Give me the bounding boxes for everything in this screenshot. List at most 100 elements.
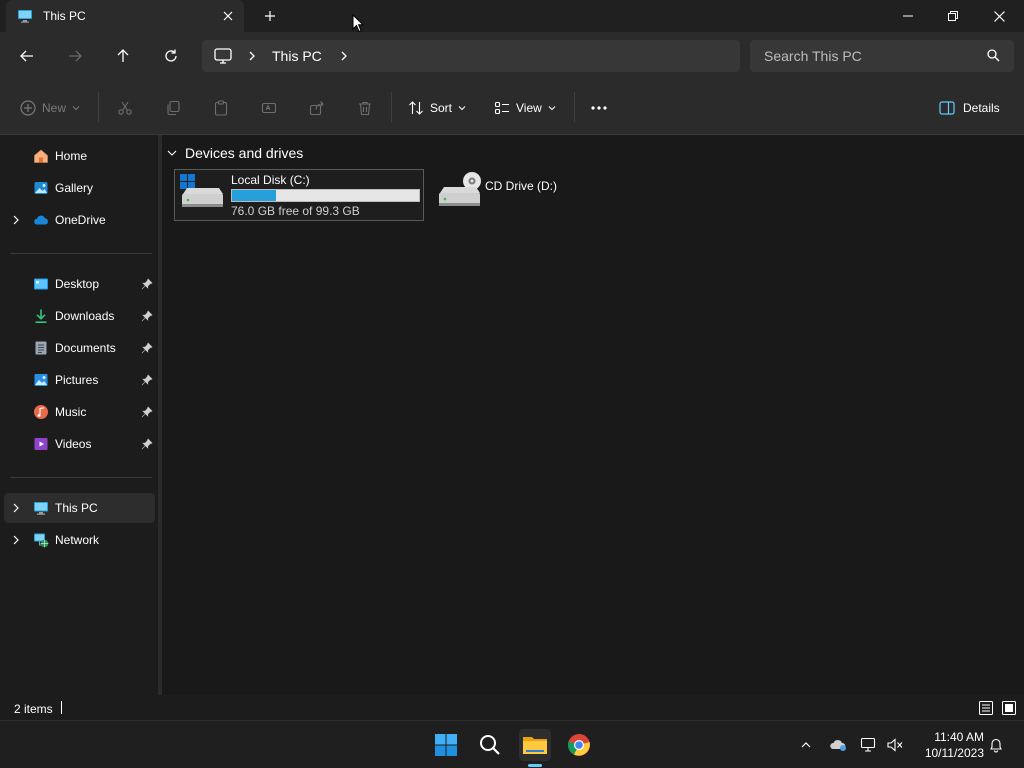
close-tab-button[interactable] <box>220 8 236 24</box>
plus-circle-icon <box>20 100 36 116</box>
file-explorer-taskbar-button[interactable] <box>519 729 551 761</box>
sidebar-item-this-pc[interactable]: This PC <box>4 493 155 523</box>
network-status-icon <box>860 737 876 752</box>
search-icon <box>480 735 500 755</box>
search-input[interactable] <box>764 48 964 64</box>
scissors-icon <box>118 101 132 115</box>
details-view-icon[interactable] <box>978 700 994 716</box>
chevron-right-icon[interactable] <box>10 214 22 226</box>
clock-time: 11:40 AM <box>934 730 984 744</box>
plus-icon <box>265 11 275 21</box>
up-button[interactable] <box>111 44 135 68</box>
details-label: Details <box>963 101 1000 115</box>
desktop-icon <box>34 278 48 290</box>
system-clock[interactable]: 11:40 AM 10/11/2023 <box>916 729 984 761</box>
sidebar-item-downloads[interactable]: Downloads <box>4 301 155 331</box>
navigation-bar: This PC <box>0 32 1024 80</box>
chrome-icon <box>568 734 590 756</box>
more-icon <box>591 106 607 110</box>
pin-icon[interactable] <box>141 438 153 450</box>
address-bar[interactable]: This PC <box>202 40 740 72</box>
pictures-icon <box>34 374 48 386</box>
pin-icon[interactable] <box>141 374 153 386</box>
restore-button[interactable] <box>930 0 976 32</box>
sidebar-item-label: Videos <box>55 437 92 451</box>
rename-button[interactable] <box>261 96 277 120</box>
copy-button[interactable] <box>165 96 181 120</box>
new-tab-button[interactable] <box>262 8 278 24</box>
view-button[interactable]: View <box>494 96 556 120</box>
onedrive-tray-button[interactable] <box>828 735 848 755</box>
start-button[interactable] <box>430 729 462 761</box>
volume-tray-button[interactable] <box>885 735 905 755</box>
this-pc-icon <box>34 502 48 515</box>
this-pc-icon <box>18 10 32 23</box>
active-app-indicator <box>528 764 542 767</box>
sidebar-item-label: Desktop <box>55 277 100 291</box>
chevron-right-icon[interactable] <box>338 50 350 62</box>
cut-button[interactable] <box>117 96 133 120</box>
minimize-button[interactable] <box>885 0 931 32</box>
new-button[interactable]: New <box>20 96 80 120</box>
details-pane-icon <box>939 101 955 115</box>
delete-button[interactable] <box>357 96 373 120</box>
drive-usage-fill <box>232 190 276 201</box>
chevron-right-icon[interactable] <box>10 534 22 546</box>
forward-button[interactable] <box>63 44 87 68</box>
pin-icon[interactable] <box>141 406 153 418</box>
breadcrumb-this-pc[interactable]: This PC <box>272 48 322 64</box>
sidebar-item-network[interactable]: Network <box>4 525 155 555</box>
refresh-button[interactable] <box>159 44 183 68</box>
tiles-view-icon[interactable] <box>1001 700 1017 716</box>
arrow-up-icon <box>117 49 129 62</box>
navigation-pane: Home Gallery OneDrive Desktop Downloads … <box>4 135 158 695</box>
volume-muted-icon <box>887 738 903 752</box>
mouse-cursor-icon <box>352 14 364 33</box>
close-window-button[interactable] <box>976 0 1022 32</box>
rename-icon <box>261 102 277 114</box>
sidebar-item-onedrive[interactable]: OneDrive <box>4 205 155 235</box>
group-header-devices[interactable]: Devices and drives <box>166 145 303 161</box>
sidebar-item-home[interactable]: Home <box>4 141 155 171</box>
chrome-taskbar-button[interactable] <box>563 729 595 761</box>
sidebar-item-gallery[interactable]: Gallery <box>4 173 155 203</box>
sidebar-item-documents[interactable]: Documents <box>4 333 155 363</box>
show-hidden-icons-button[interactable] <box>796 735 816 755</box>
sidebar-separator <box>10 253 152 254</box>
trash-icon <box>359 101 371 116</box>
sidebar-item-label: OneDrive <box>55 213 106 227</box>
pin-icon[interactable] <box>141 310 153 322</box>
paste-icon <box>214 100 228 116</box>
sidebar-item-music[interactable]: Music <box>4 397 155 427</box>
pin-icon[interactable] <box>141 342 153 354</box>
share-button[interactable] <box>309 96 325 120</box>
tab-this-pc[interactable]: This PC <box>6 0 244 32</box>
notifications-button[interactable] <box>986 735 1006 755</box>
drive-local-disk-c[interactable]: Local Disk (C:) 76.0 GB free of 99.3 GB <box>174 169 424 221</box>
more-options-button[interactable] <box>590 96 608 120</box>
minimize-icon <box>903 15 913 17</box>
item-count: 2 items <box>14 702 53 716</box>
search-taskbar-button[interactable] <box>474 729 506 761</box>
sort-button[interactable]: Sort <box>408 96 466 120</box>
search-box[interactable] <box>750 40 1014 72</box>
share-icon <box>309 101 324 116</box>
chevron-right-icon[interactable] <box>10 502 22 514</box>
network-tray-button[interactable] <box>859 735 879 755</box>
gallery-icon <box>34 182 48 194</box>
sidebar-item-pictures[interactable]: Pictures <box>4 365 155 395</box>
pin-icon[interactable] <box>141 278 153 290</box>
hard-drive-icon <box>180 174 223 207</box>
drive-cd-d[interactable]: CD Drive (D:) <box>432 169 582 221</box>
sidebar-item-desktop[interactable]: Desktop <box>4 269 155 299</box>
sort-icon <box>409 101 423 115</box>
paste-button[interactable] <box>213 96 229 120</box>
sidebar-item-label: Documents <box>55 341 116 355</box>
sidebar-item-videos[interactable]: Videos <box>4 429 155 459</box>
search-icon[interactable] <box>987 49 1000 62</box>
new-label: New <box>42 101 67 115</box>
back-button[interactable] <box>15 44 39 68</box>
toolbar-divider <box>574 92 575 122</box>
arrow-right-icon <box>69 50 82 62</box>
details-button[interactable]: Details <box>939 96 1000 120</box>
